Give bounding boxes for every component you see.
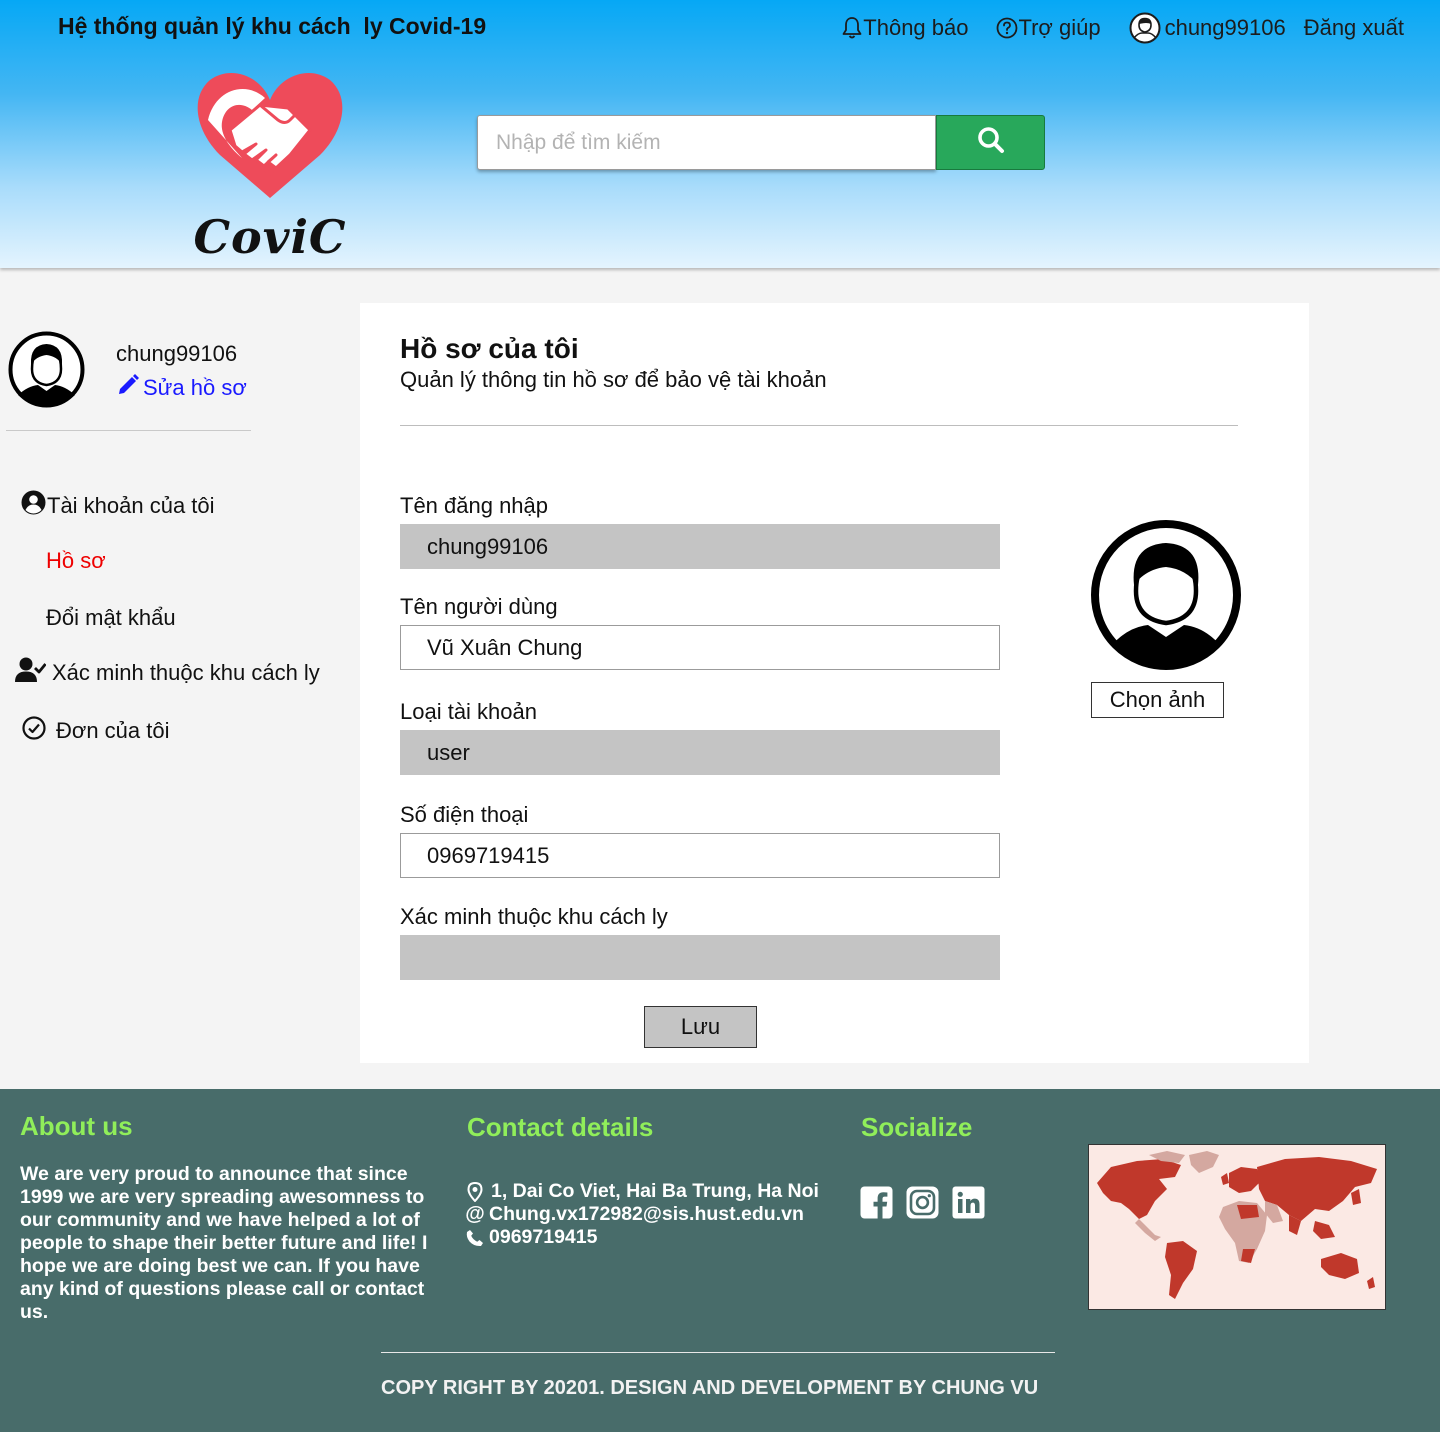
sidebar-item-label: Tài khoản của tôi (47, 492, 215, 518)
notifications-label: Thông báo (863, 15, 969, 40)
sidebar-avatar (8, 331, 85, 408)
username-field (400, 524, 1000, 569)
facebook-icon[interactable] (860, 1186, 893, 1219)
socialize-heading: Socialize (861, 1112, 973, 1142)
social-links (860, 1186, 985, 1219)
world-map-image (1089, 1145, 1385, 1309)
app-title: Hệ thống quản lý khu cách ly Covid-19 (58, 13, 487, 39)
about-heading: About us (20, 1111, 133, 1141)
choose-photo-button[interactable]: Chọn ảnh (1091, 682, 1224, 718)
edit-profile-label: Sửa hồ sơ (143, 375, 247, 400)
sidebar-divider (6, 430, 251, 431)
account-type-field (400, 730, 1000, 775)
sidebar-item-label: Hồ sơ (46, 548, 106, 573)
footer-divider (381, 1352, 1055, 1353)
map-pin-icon (465, 1181, 485, 1202)
phone-field[interactable] (400, 833, 1000, 878)
logo-text: CoviC (193, 210, 347, 264)
search-icon (976, 125, 1006, 160)
sidebar-item-verify-quarantine[interactable]: Xác minh thuộc khu cách ly (15, 656, 320, 690)
world-map (1088, 1144, 1386, 1310)
profile-card: Hồ sơ của tôi Quản lý thông tin hồ sơ để… (360, 303, 1309, 1063)
phone-field-label: Số điện thoại (400, 802, 529, 827)
sidebar-item-my-account[interactable]: Tài khoản của tôi (21, 490, 215, 521)
check-circle-icon (22, 716, 46, 746)
sidebar-item-label: Đổi mật khẩu (46, 605, 176, 630)
sidebar-item-label: Xác minh thuộc khu cách ly (52, 660, 320, 685)
header: Hệ thống quản lý khu cách ly Covid-19 Th… (0, 0, 1440, 268)
sidebar-item-my-applications[interactable]: Đơn của tôi (22, 716, 169, 746)
about-text: We are very proud to announce that since… (20, 1163, 428, 1323)
pencil-icon (116, 373, 143, 403)
covic-logo: CoviC (190, 60, 350, 265)
linkedin-icon[interactable] (952, 1186, 985, 1219)
account-type-field-label: Loại tài khoản (400, 699, 537, 724)
phone-icon (465, 1229, 485, 1247)
quarantine-verification-field-label: Xác minh thuộc khu cách ly (400, 904, 668, 929)
contact-email[interactable]: @ Chung.vx172982@sis.hust.edu.vn (465, 1203, 804, 1226)
user-circle-icon (21, 490, 46, 521)
contact-phone-text: 0969719415 (489, 1226, 598, 1248)
user-check-icon (15, 656, 47, 690)
heart-handshake-icon (197, 72, 343, 198)
profile-avatar (1090, 519, 1242, 671)
username-label: chung99106 (1164, 15, 1286, 40)
contact-phone[interactable]: 0969719415 (465, 1226, 597, 1249)
sidebar-item-label: Đơn của tôi (56, 718, 170, 743)
instagram-icon[interactable] (906, 1186, 939, 1219)
question-circle-icon (996, 16, 1018, 40)
page-title: Hồ sơ của tôi (400, 333, 579, 364)
bell-icon (841, 16, 863, 40)
quarantine-verification-field (400, 935, 1000, 980)
contact-address: 1, Dai Co Viet, Hai Ba Trung, Ha Noi (465, 1180, 819, 1203)
notifications-link[interactable]: Thông báo (841, 15, 968, 41)
contact-email-text: Chung.vx172982@sis.hust.edu.vn (489, 1203, 804, 1225)
copyright-text: COPY RIGHT BY 20201. DESIGN AND DEVELOPM… (381, 1377, 1039, 1399)
footer: About us We are very proud to announce t… (0, 1089, 1440, 1432)
username-field-label: Tên đăng nhập (400, 493, 549, 518)
help-label: Trợ giúp (1018, 15, 1101, 40)
contact-heading: Contact details (467, 1112, 654, 1142)
top-navigation: Thông báo Trợ giúp chung99106 Đăng xuất (841, 12, 1404, 44)
display-name-field-label: Tên người dùng (400, 594, 558, 619)
edit-profile-link[interactable]: Sửa hồ sơ (116, 373, 247, 403)
at-sign-icon: @ (465, 1203, 485, 1225)
save-button[interactable]: Lưu (644, 1006, 757, 1048)
sidebar-item-change-password[interactable]: Đổi mật khẩu (46, 605, 176, 631)
user-menu[interactable]: chung99106 (1129, 12, 1286, 44)
user-avatar-icon (1129, 12, 1161, 44)
logout-label: Đăng xuất (1303, 15, 1404, 40)
logout-link[interactable]: Đăng xuất (1304, 15, 1404, 41)
contact-address-text: 1, Dai Co Viet, Hai Ba Trung, Ha Noi (491, 1180, 819, 1202)
search-button[interactable] (936, 115, 1045, 170)
card-divider (400, 425, 1238, 426)
search-input[interactable] (477, 115, 936, 170)
sidebar-item-profile[interactable]: Hồ sơ (46, 548, 106, 574)
page-subtitle: Quản lý thông tin hồ sơ để bảo vệ tài kh… (400, 367, 827, 392)
sidebar-username: chung99106 (116, 341, 238, 366)
display-name-field[interactable] (400, 625, 1000, 670)
help-link[interactable]: Trợ giúp (996, 15, 1101, 41)
